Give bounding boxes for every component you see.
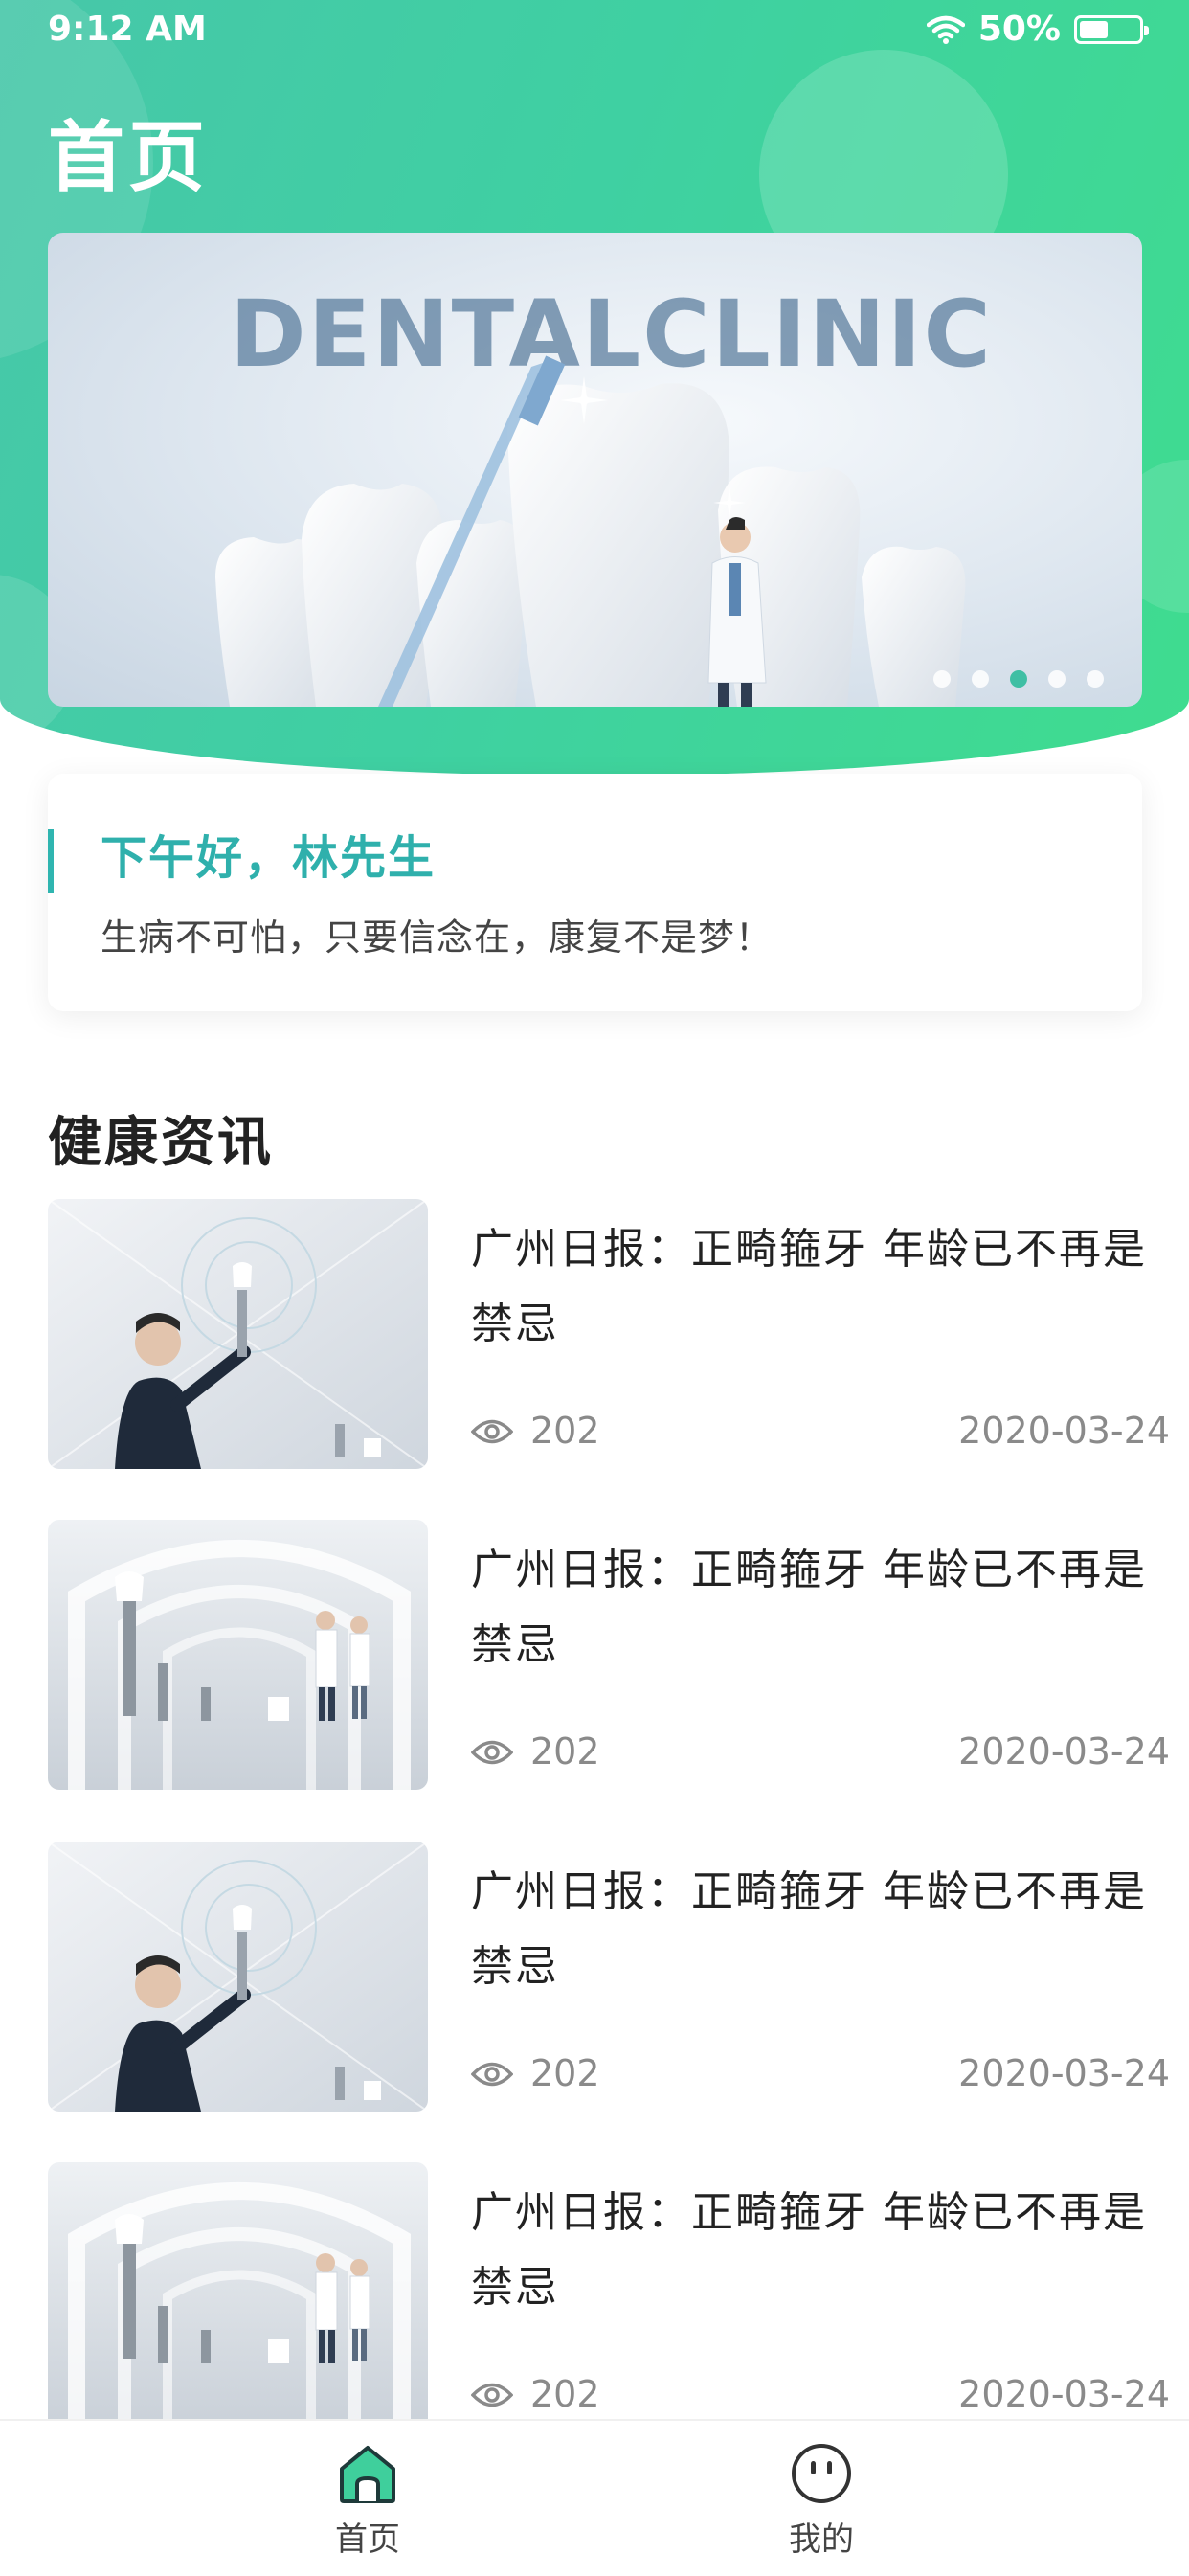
news-meta: 202 2020-03-24 <box>471 1730 1170 1778</box>
news-thumbnail <box>48 1842 428 2112</box>
news-meta: 202 2020-03-24 <box>471 1410 1170 1457</box>
news-meta: 202 2020-03-24 <box>471 2052 1170 2100</box>
news-thumbnail <box>48 1199 428 1469</box>
tab-home[interactable]: 首页 <box>224 2421 511 2576</box>
wifi-icon <box>926 15 965 44</box>
news-item[interactable]: 广州日报：正畸箍牙 年龄已不再是禁忌 202 2020-03-24 <box>48 1520 1170 1790</box>
status-time: 9:12 AM <box>48 10 207 49</box>
face-icon <box>792 2444 851 2503</box>
status-indicators: 50% <box>926 10 1149 49</box>
page-title: 首页 <box>48 113 209 202</box>
news-date: 2020-03-24 <box>958 2052 1170 2094</box>
news-views: 202 <box>530 1410 600 1452</box>
greeting-subtitle: 生病不可怕，只要信念在，康复不是梦！ <box>101 916 774 959</box>
news-title[interactable]: 广州日报：正畸箍牙 年龄已不再是禁忌 <box>471 1855 1160 2004</box>
greeting-card: 下午好，林先生 生病不可怕，只要信念在，康复不是梦！ <box>48 774 1142 1011</box>
carousel-dot[interactable] <box>1087 670 1104 688</box>
carousel-dot-active[interactable] <box>1010 670 1027 688</box>
news-date: 2020-03-24 <box>958 1730 1170 1773</box>
news-views: 202 <box>530 2373 600 2415</box>
tab-home-label: 首页 <box>335 2520 400 2559</box>
eye-icon <box>471 2062 513 2087</box>
news-views: 202 <box>530 1730 600 1773</box>
news-meta: 202 2020-03-24 <box>471 2373 1170 2421</box>
greeting-accent-bar <box>48 829 54 893</box>
news-title[interactable]: 广州日报：正畸箍牙 年龄已不再是禁忌 <box>471 1533 1160 1683</box>
tab-mine[interactable]: 我的 <box>678 2421 965 2576</box>
carousel-indicators <box>933 670 1104 688</box>
news-title[interactable]: 广州日报：正畸箍牙 年龄已不再是禁忌 <box>471 1212 1160 1362</box>
news-item[interactable]: 广州日报：正畸箍牙 年龄已不再是禁忌 202 2020-03-24 <box>48 1199 1170 1469</box>
battery-icon <box>1074 14 1149 44</box>
eye-icon <box>471 1740 513 1765</box>
status-bar: 9:12 AM 50% <box>0 0 1189 63</box>
news-thumbnail <box>48 2162 428 2432</box>
home-icon <box>340 2446 395 2503</box>
carousel-dot[interactable] <box>972 670 989 688</box>
news-section-title: 健康资讯 <box>48 1112 274 1174</box>
eye-icon <box>471 1419 513 1444</box>
banner-illustration <box>215 355 966 707</box>
news-date: 2020-03-24 <box>958 2373 1170 2415</box>
carousel-dot[interactable] <box>933 670 951 688</box>
eye-icon <box>471 2383 513 2407</box>
tab-bar: 首页 我的 <box>0 2419 1189 2576</box>
banner-carousel[interactable]: DENTALCLINIC <box>48 233 1142 707</box>
tab-mine-label: 我的 <box>789 2520 854 2559</box>
news-thumbnail <box>48 1520 428 1790</box>
news-item[interactable]: 广州日报：正畸箍牙 年龄已不再是禁忌 202 2020-03-24 <box>48 1842 1170 2112</box>
news-item[interactable]: 广州日报：正畸箍牙 年龄已不再是禁忌 202 2020-03-24 <box>48 2162 1170 2432</box>
news-date: 2020-03-24 <box>958 1410 1170 1452</box>
battery-fill <box>1080 20 1109 38</box>
news-title[interactable]: 广州日报：正畸箍牙 年龄已不再是禁忌 <box>471 2176 1160 2325</box>
news-views: 202 <box>530 2052 600 2094</box>
greeting-title: 下午好，林先生 <box>101 831 437 885</box>
carousel-dot[interactable] <box>1048 670 1066 688</box>
battery-percent: 50% <box>977 10 1061 49</box>
